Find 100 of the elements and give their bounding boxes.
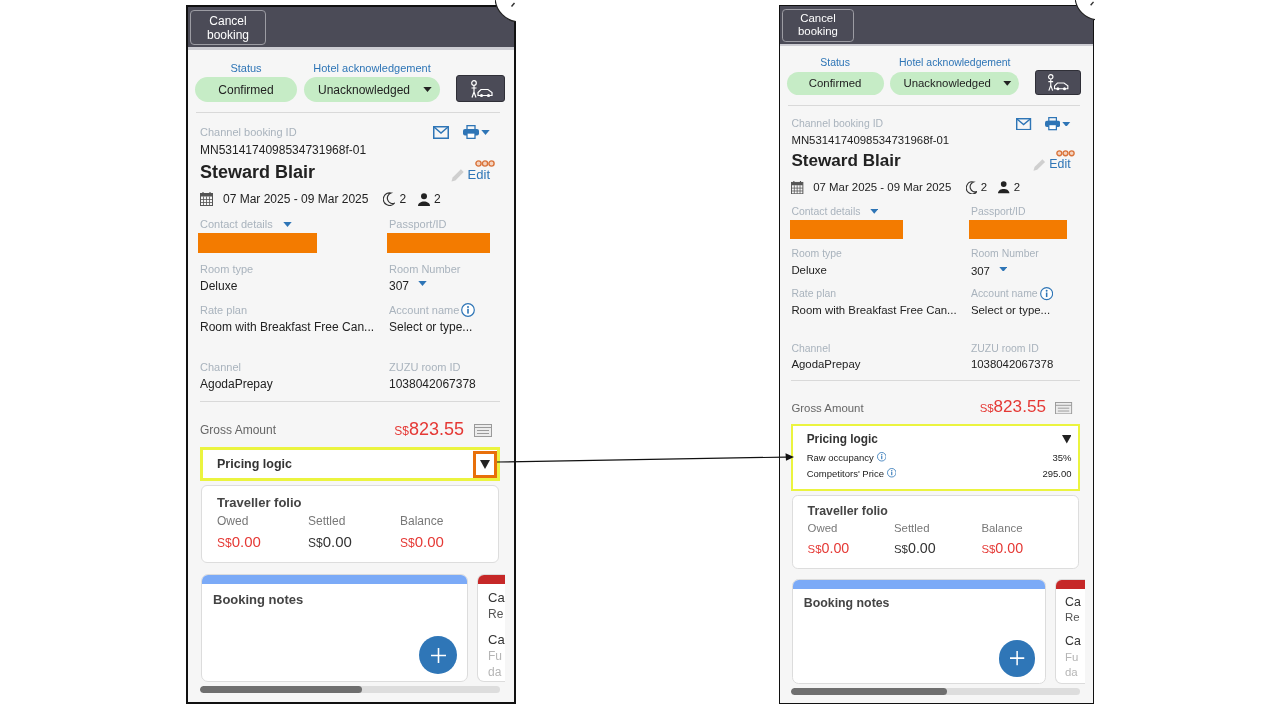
printer-icon xyxy=(463,125,479,139)
field-label: Account name xyxy=(970,287,1038,301)
field-label: Rate plan xyxy=(791,287,837,301)
folio-label: Balance xyxy=(400,513,445,529)
mail-icon[interactable] xyxy=(1016,117,1032,131)
info-icon[interactable] xyxy=(886,468,897,478)
add-button[interactable] xyxy=(419,636,457,674)
folio-label: Settled xyxy=(894,521,931,537)
dropdown-caret-icon[interactable] xyxy=(869,208,879,214)
acknowledgement-dropdown[interactable]: Unacknowledged xyxy=(890,71,1020,96)
table-icon[interactable] xyxy=(474,423,492,437)
mail-icon[interactable] xyxy=(433,125,449,139)
scrollbar-thumb[interactable] xyxy=(200,686,362,693)
select-field[interactable]: 307 xyxy=(389,278,428,294)
caret-icon xyxy=(1062,121,1071,127)
cut-off-heading: Ca xyxy=(1065,594,1082,610)
add-button[interactable] xyxy=(999,640,1036,677)
booking-id: MN5314174098534731968f-01 xyxy=(791,133,951,149)
cancel-booking-button[interactable]: Cancel booking xyxy=(190,10,266,45)
person-icon xyxy=(418,192,431,206)
field-label: ZUZU room ID xyxy=(970,341,1039,355)
horizontal-scrollbar[interactable] xyxy=(200,686,500,693)
field-label: Channel xyxy=(200,360,241,374)
nights-count: 2 xyxy=(980,179,988,195)
field-value: 1038042067378 xyxy=(970,356,1055,372)
input-field[interactable]: Select or type... xyxy=(970,302,1066,318)
horizontal-scrollbar[interactable] xyxy=(791,688,1081,695)
cancel-booking-button[interactable]: Cancel booking xyxy=(781,8,855,43)
field-value: Deluxe xyxy=(791,262,828,278)
dropdown-caret-icon[interactable] xyxy=(282,221,292,227)
edit-button[interactable]: Edit xyxy=(450,167,490,183)
person-car-button[interactable] xyxy=(1034,69,1082,96)
booking-id: MN5314174098534731968f-01 xyxy=(200,142,368,158)
edit-button[interactable]: Edit xyxy=(1033,157,1071,173)
field-label: Contact details xyxy=(791,204,861,218)
status-pill: Confirmed xyxy=(195,77,297,102)
card-title: Traveller folio xyxy=(217,495,303,511)
folio-amount: S$0.00 xyxy=(308,533,353,552)
cut-off-text: da xyxy=(1065,664,1079,680)
expand-toggle[interactable] xyxy=(473,450,497,478)
field-value: Room with Breakfast Free Can... xyxy=(200,319,376,335)
caret-down-icon xyxy=(1061,435,1072,444)
section-title: Pricing logic xyxy=(806,432,878,447)
field-value: AgodaPrepay xyxy=(791,356,862,372)
select-field[interactable]: 307 xyxy=(970,263,1008,279)
caret-down-icon xyxy=(480,459,490,469)
field-value: Room with Breakfast Free Can... xyxy=(791,302,958,318)
metric-label: Raw occupancy xyxy=(806,451,874,463)
field-label: Account name xyxy=(389,303,460,317)
gross-amount-label: Gross Amount xyxy=(791,402,865,415)
printer-icon xyxy=(1044,117,1061,131)
folio-amount: S$0.00 xyxy=(894,540,937,559)
folio-amount: S$0.00 xyxy=(981,540,1025,559)
field-label: ZUZU room ID xyxy=(389,360,461,374)
person-icon xyxy=(998,181,1010,194)
person-car-icon xyxy=(1046,74,1070,92)
print-menu-button[interactable] xyxy=(1044,117,1071,131)
caret-icon xyxy=(998,266,1008,272)
acknowledgement-dropdown[interactable]: Unacknowledged xyxy=(304,77,440,102)
field-label: Room type xyxy=(200,262,254,276)
cut-off-text: Fu xyxy=(488,648,503,664)
folio-label: Settled xyxy=(308,513,347,529)
pencil-icon xyxy=(450,168,465,182)
input-field[interactable]: Select or type... xyxy=(389,319,489,335)
field-label: Room Number xyxy=(970,247,1039,261)
field-value: AgodaPrepay xyxy=(200,376,274,392)
acknowledgement-label: Hotel acknowledgement xyxy=(313,61,431,75)
guest-name: Steward Blair xyxy=(791,151,901,173)
scrollbar-thumb[interactable] xyxy=(791,688,948,695)
more-icon[interactable] xyxy=(1056,150,1076,158)
info-icon[interactable] xyxy=(1039,287,1053,301)
more-icon[interactable] xyxy=(475,160,495,167)
table-icon[interactable] xyxy=(1055,401,1073,415)
section-title: Pricing logic xyxy=(217,457,292,471)
card-title: Booking notes xyxy=(212,591,305,608)
metric-value: 295.00 xyxy=(1042,467,1072,479)
close-button[interactable] xyxy=(1075,0,1096,22)
cut-off-text: Re xyxy=(488,606,505,622)
field-label: Contact details xyxy=(200,217,273,231)
card-title: Booking notes xyxy=(802,595,891,612)
info-icon[interactable] xyxy=(876,452,887,462)
cut-off-heading: Ca xyxy=(488,590,505,606)
acknowledgement-label: Hotel acknowledgement xyxy=(899,56,1011,70)
close-button[interactable] xyxy=(495,0,516,23)
gross-amount: S$823.55 xyxy=(394,418,464,441)
status-label: Status xyxy=(820,56,850,70)
person-car-button[interactable] xyxy=(456,75,505,102)
info-icon[interactable] xyxy=(461,303,476,317)
folio-amount: S$0.00 xyxy=(807,540,851,559)
nights-count: 2 xyxy=(399,191,407,207)
field-label: Rate plan xyxy=(200,303,248,317)
caret-icon xyxy=(1003,81,1012,86)
print-menu-button[interactable] xyxy=(463,125,490,139)
metric-value: 35% xyxy=(1052,451,1072,463)
field-label: Channel booking ID xyxy=(200,125,297,139)
guests-count: 2 xyxy=(434,191,441,207)
guest-name: Steward Blair xyxy=(200,161,316,183)
caret-icon xyxy=(423,87,433,92)
status-label: Status xyxy=(230,61,262,75)
moon-icon xyxy=(965,180,977,195)
